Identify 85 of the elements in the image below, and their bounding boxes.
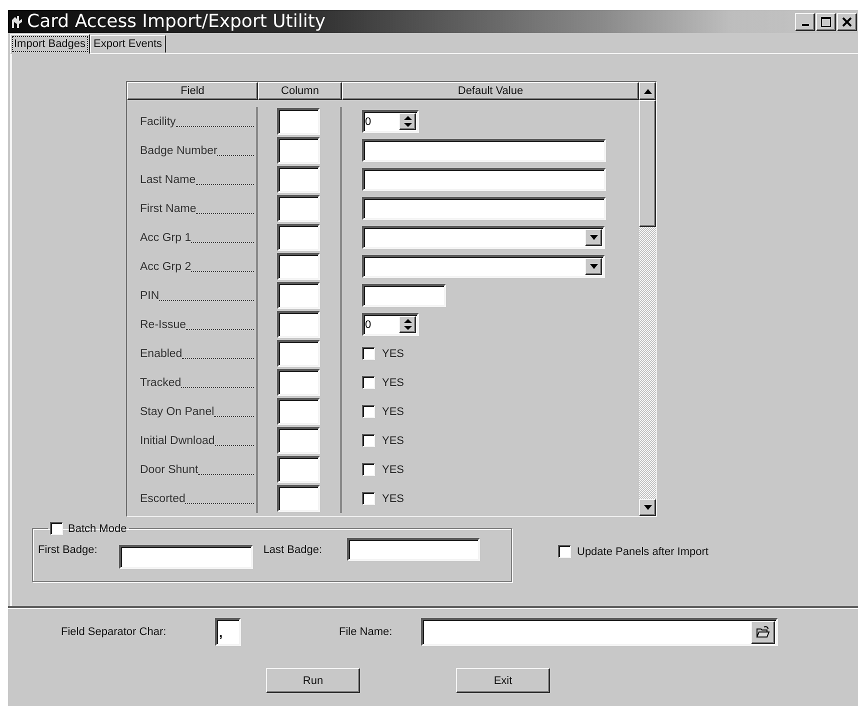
field-label: Door Shunt [140,464,198,476]
checkbox[interactable] [362,405,375,418]
scroll-down-button[interactable] [639,499,656,516]
checkbox[interactable] [558,545,571,558]
close-button[interactable] [837,12,857,30]
field-label: File Name: [339,626,394,638]
column-field[interactable] [276,311,320,338]
column-field[interactable] [276,253,320,280]
checkbox-label: YES [382,464,404,476]
checkbox-label: YES [382,434,404,446]
dropdown[interactable] [362,255,605,278]
column-field[interactable] [276,398,320,425]
spin-arrows-icon[interactable] [399,113,416,130]
checkbox-label: Batch Mode [68,522,127,534]
checkbox[interactable] [362,347,375,360]
checkbox-label: YES [382,376,404,388]
column-field[interactable] [276,166,320,193]
text-field[interactable] [362,197,606,220]
minimize-button[interactable] [795,12,815,30]
text-field[interactable] [347,538,480,561]
checkbox-label: Update Panels after Import [577,546,708,558]
field-label: Re-Issue [140,318,186,330]
caret-icon [644,88,652,94]
action-button[interactable]: Exit [456,668,550,693]
checkbox-label: YES [382,406,404,418]
text-field[interactable] [362,139,606,162]
maximize-button[interactable] [816,12,836,30]
field-label: Tracked [140,376,182,388]
scroll-up-button[interactable] [639,82,656,100]
text-field[interactable] [362,284,446,307]
minimize-icon [802,24,808,26]
folder-icon[interactable] [751,620,775,644]
field-label: Stay On Panel [140,406,214,418]
caret-icon [644,505,652,510]
file-name-field[interactable] [421,618,778,646]
close-icon [842,16,852,26]
column-field[interactable] [276,340,320,367]
field-label: Last Name [140,174,196,186]
column-field[interactable] [276,427,320,454]
text-field[interactable] [119,545,254,569]
checkbox[interactable] [362,463,375,476]
field-label: Escorted [140,492,186,504]
column-field[interactable] [276,195,320,222]
number-spinner[interactable]: 0 [362,313,419,336]
checkbox[interactable] [362,434,375,447]
column-field[interactable] [276,456,320,483]
scrollbar-thumb[interactable] [639,100,656,227]
maximize-icon [821,16,831,26]
field-label: First Badge: [38,544,98,556]
field-label: Badge Number [140,144,218,156]
column-field[interactable] [276,137,320,164]
column-header: Default Value [342,82,639,100]
app-icon [10,14,24,28]
field-label: Facility [140,116,176,128]
column-field[interactable] [276,282,320,309]
field-label: Last Badge: [263,544,322,556]
checkbox-label: YES [382,348,404,360]
field-label: PIN [140,290,160,302]
separator-field[interactable]: , [215,618,241,646]
checkbox[interactable] [362,492,375,505]
column-field[interactable] [276,108,320,135]
caret-icon [590,264,598,269]
number-spinner[interactable]: 0 [362,110,419,133]
field-label: Field Separator Char: [61,626,168,638]
tab[interactable]: Import Badges [10,34,90,54]
field-label: Enabled [140,348,182,360]
checkbox[interactable] [362,376,375,389]
caret-icon [590,235,598,240]
column-field[interactable] [276,485,320,512]
text-field[interactable] [362,168,606,191]
field-label: First Name [140,202,196,214]
tab[interactable]: Export Events [90,35,166,53]
field-label: Initial Dwnload [140,434,215,446]
dropdown[interactable] [362,226,605,249]
column-field[interactable] [276,369,320,396]
field-label: Acc Grp 1 [140,232,192,244]
column-field[interactable] [276,224,320,251]
column-header: Column [258,82,342,100]
window-title: Card Access Import/Export Utility [27,11,326,32]
column-header: Field [127,82,258,100]
field-label: Acc Grp 2 [140,260,192,272]
spin-arrows-icon[interactable] [399,316,416,333]
checkbox[interactable] [50,522,63,535]
action-button[interactable]: Run [266,668,360,693]
checkbox-label: YES [382,492,404,504]
